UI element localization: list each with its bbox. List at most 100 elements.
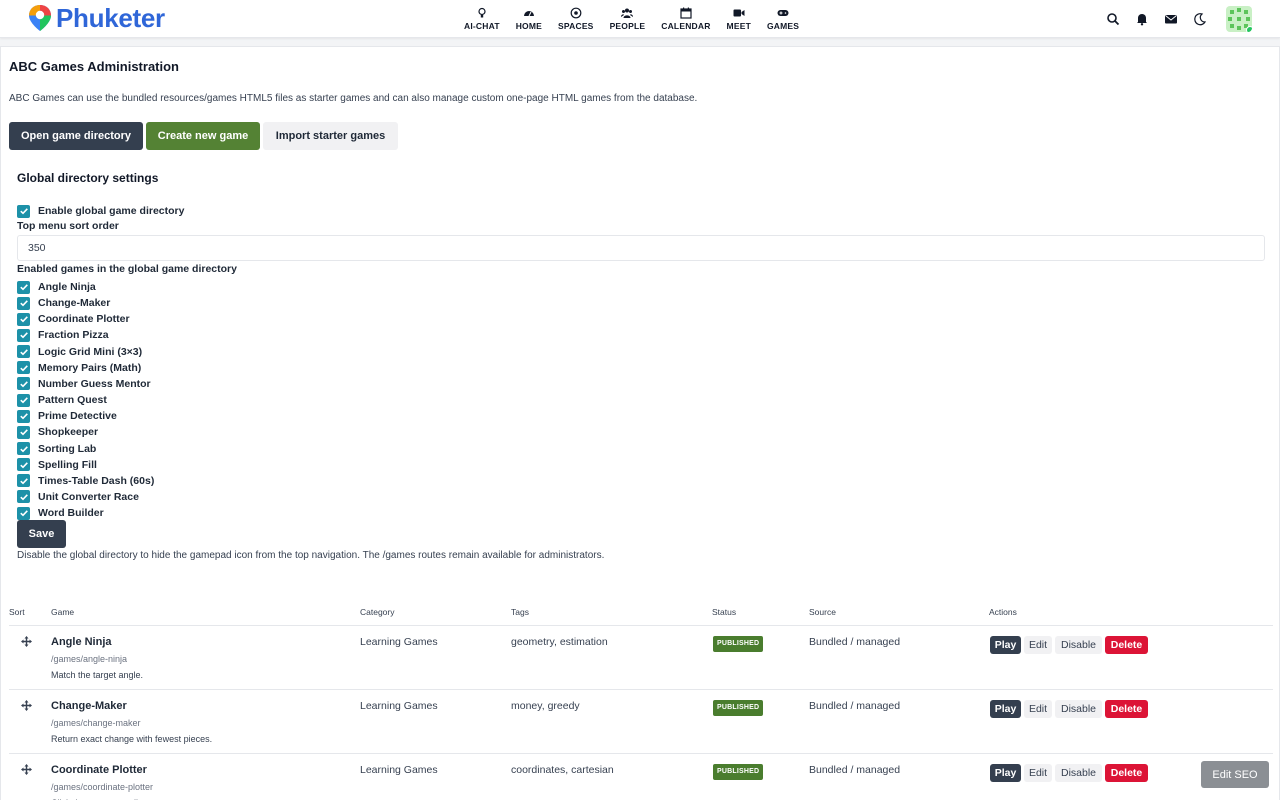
nav-games[interactable]: GAMES bbox=[759, 0, 807, 38]
online-status-dot bbox=[1246, 26, 1252, 32]
edit-button[interactable]: Edit bbox=[1024, 764, 1052, 782]
checkbox[interactable] bbox=[17, 361, 30, 375]
create-new-game-button[interactable]: Create new game bbox=[146, 122, 260, 150]
table-row: Angle Ninja/games/angle-ninja Match the t… bbox=[1, 626, 1280, 690]
check-icon bbox=[19, 510, 28, 517]
checkbox[interactable] bbox=[17, 328, 30, 342]
edit-button[interactable]: Edit bbox=[1024, 636, 1052, 654]
save-button[interactable]: Save bbox=[17, 520, 66, 548]
checkbox[interactable] bbox=[17, 506, 30, 520]
import-starter-games-button[interactable]: Import starter games bbox=[263, 122, 398, 150]
checkbox[interactable] bbox=[17, 377, 30, 391]
game-checkbox-row[interactable]: Word Builder bbox=[17, 505, 104, 521]
game-checkbox-row[interactable]: Coordinate Plotter bbox=[17, 311, 130, 327]
disable-button[interactable]: Disable bbox=[1055, 700, 1102, 718]
envelope-icon[interactable] bbox=[1164, 12, 1178, 26]
table-row: Coordinate Plotter/games/coordinate-plot… bbox=[1, 754, 1280, 800]
play-button[interactable]: Play bbox=[990, 764, 1021, 782]
nav-spaces[interactable]: SPACES bbox=[550, 0, 602, 38]
checkbox[interactable] bbox=[17, 312, 30, 326]
play-button[interactable]: Play bbox=[990, 636, 1021, 654]
game-source: Bundled / managed bbox=[809, 764, 901, 776]
checkbox[interactable] bbox=[17, 296, 30, 310]
checkbox[interactable] bbox=[17, 474, 30, 488]
nav-ai-chat[interactable]: AI-CHAT bbox=[456, 0, 508, 38]
play-button[interactable]: Play bbox=[990, 700, 1021, 718]
check-icon bbox=[19, 284, 28, 291]
game-checkbox-row[interactable]: Memory Pairs (Math) bbox=[17, 360, 141, 376]
sort-order-label: Top menu sort order bbox=[17, 220, 119, 232]
col-header-category: Category bbox=[360, 607, 395, 617]
game-checkbox-label: Pattern Quest bbox=[38, 394, 107, 407]
bell-icon[interactable] bbox=[1135, 12, 1149, 26]
game-checkbox-label: Prime Detective bbox=[38, 410, 117, 423]
game-checkbox-row[interactable]: Prime Detective bbox=[17, 408, 117, 424]
settings-note: Disable the global directory to hide the… bbox=[17, 550, 605, 561]
drag-handle-icon[interactable] bbox=[21, 636, 32, 647]
delete-button[interactable]: Delete bbox=[1105, 764, 1148, 782]
game-checkbox-row[interactable]: Number Guess Mentor bbox=[17, 376, 151, 392]
disable-button[interactable]: Disable bbox=[1055, 764, 1102, 782]
checkbox[interactable] bbox=[17, 425, 30, 439]
nav-label: SPACES bbox=[558, 21, 594, 31]
check-icon bbox=[19, 413, 28, 420]
game-checkbox-row[interactable]: Shopkeeper bbox=[17, 424, 98, 440]
checkbox[interactable] bbox=[17, 345, 30, 359]
nav-meet[interactable]: MEET bbox=[719, 0, 759, 38]
game-checkbox-row[interactable]: Change-Maker bbox=[17, 295, 110, 311]
table-row: Change-Maker/games/change-maker Return ex… bbox=[1, 690, 1280, 754]
nav-people[interactable]: PEOPLE bbox=[602, 0, 654, 38]
checkbox[interactable] bbox=[17, 204, 30, 218]
status-badge: PUBLISHED bbox=[713, 764, 764, 780]
game-checkbox-label: Fraction Pizza bbox=[38, 329, 109, 342]
delete-button[interactable]: Delete bbox=[1105, 636, 1148, 654]
game-checkbox-row[interactable]: Angle Ninja bbox=[17, 279, 96, 295]
check-icon bbox=[19, 397, 28, 404]
top-navigation-bar: Phuketer AI-CHAT HOME SPACES PEOPLE CALE… bbox=[0, 0, 1280, 38]
moon-icon[interactable] bbox=[1193, 12, 1207, 26]
game-checkbox-row[interactable]: Unit Converter Race bbox=[17, 489, 139, 505]
search-icon[interactable] bbox=[1106, 12, 1120, 26]
game-source: Bundled / managed bbox=[809, 700, 901, 712]
game-checkbox-row[interactable]: Pattern Quest bbox=[17, 392, 107, 408]
intro-text: ABC Games can use the bundled resources/… bbox=[9, 93, 698, 104]
open-game-directory-button[interactable]: Open game directory bbox=[9, 122, 143, 150]
check-icon bbox=[19, 316, 28, 323]
checkbox[interactable] bbox=[17, 442, 30, 455]
checkbox[interactable] bbox=[17, 409, 30, 423]
checkbox[interactable] bbox=[17, 458, 30, 472]
drag-handle-icon[interactable] bbox=[21, 700, 32, 711]
sort-order-input[interactable]: 350 bbox=[17, 235, 1265, 261]
game-checkbox-label: Logic Grid Mini (3×3) bbox=[38, 345, 143, 358]
col-header-status: Status bbox=[712, 607, 737, 617]
game-checkbox-label: Memory Pairs (Math) bbox=[38, 361, 142, 374]
disable-button[interactable]: Disable bbox=[1055, 636, 1102, 654]
game-category: Learning Games bbox=[360, 700, 438, 712]
edit-button[interactable]: Edit bbox=[1024, 700, 1052, 718]
game-checkbox-label: Number Guess Mentor bbox=[38, 377, 151, 390]
delete-button[interactable]: Delete bbox=[1105, 700, 1148, 718]
nav-home[interactable]: HOME bbox=[508, 0, 550, 38]
users-icon bbox=[621, 8, 634, 18]
nav-calendar[interactable]: CALENDAR bbox=[653, 0, 718, 38]
drag-handle-icon[interactable] bbox=[21, 764, 32, 775]
logo[interactable]: Phuketer bbox=[28, 4, 165, 32]
game-checkbox-row[interactable]: Fraction Pizza bbox=[17, 327, 109, 343]
avatar[interactable] bbox=[1226, 6, 1252, 32]
checkbox[interactable] bbox=[17, 393, 30, 407]
game-description: Match the target angle. bbox=[51, 670, 144, 680]
nav-label: MEET bbox=[726, 21, 751, 31]
calendar-icon bbox=[680, 7, 692, 19]
check-icon bbox=[19, 429, 28, 436]
game-checkbox-row[interactable]: Spelling Fill bbox=[17, 457, 97, 473]
enable-directory-checkbox-row[interactable]: Enable global game directory bbox=[17, 203, 184, 219]
game-checkbox-row[interactable]: Logic Grid Mini (3×3) bbox=[17, 344, 142, 360]
checkbox[interactable] bbox=[17, 280, 30, 294]
edit-seo-button[interactable]: Edit SEO bbox=[1201, 761, 1269, 788]
game-checkbox-row[interactable]: Times-Table Dash (60s) bbox=[17, 473, 154, 489]
nav-label: PEOPLE bbox=[609, 21, 646, 31]
game-checkbox-label: Spelling Fill bbox=[38, 458, 97, 471]
game-name: Angle Ninja bbox=[51, 636, 112, 648]
game-checkbox-row[interactable]: Sorting Lab bbox=[17, 441, 96, 457]
checkbox[interactable] bbox=[17, 490, 30, 504]
